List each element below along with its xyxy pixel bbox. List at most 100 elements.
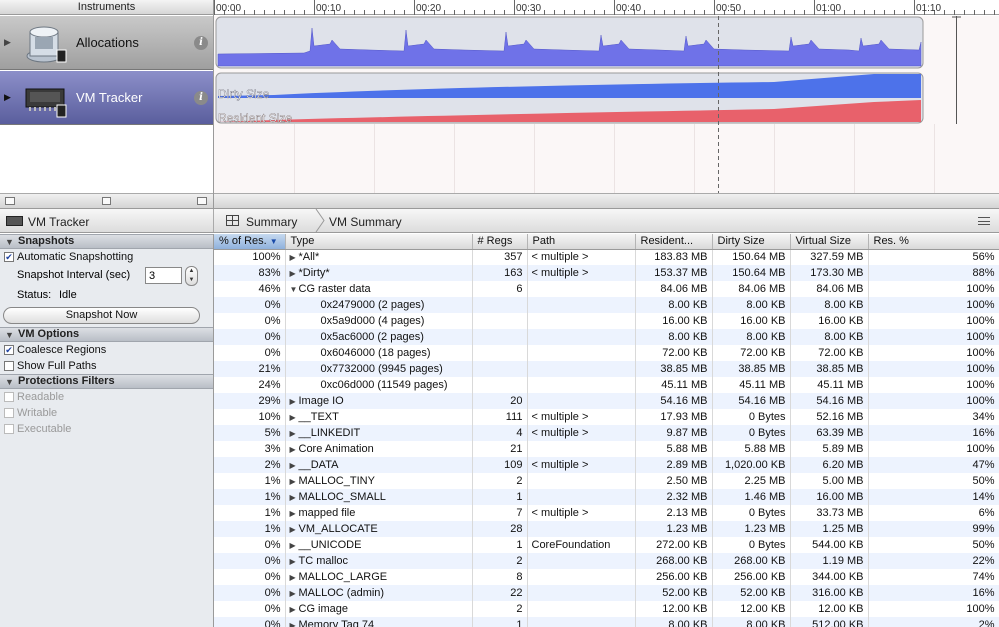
snapshot-now-button[interactable]: Snapshot Now (3, 307, 200, 324)
info-icon[interactable]: i (194, 36, 208, 50)
disclosure-closed-icon[interactable]: ▶ (290, 429, 299, 438)
table-row[interactable]: 0% ▶ MALLOC (admin) 22 52.00 KB 52.00 KB 316.0… (214, 585, 999, 601)
writable-checkbox[interactable]: Writable (0, 405, 213, 421)
snapshot-interval-row: Snapshot Interval (sec) ▲▼ (0, 265, 213, 287)
info-icon[interactable]: i (194, 91, 208, 105)
disclosure-closed-icon[interactable]: ▶ (290, 413, 299, 422)
section-snapshots[interactable]: ▼ Snapshots (0, 234, 213, 249)
column-header-path[interactable]: Path (527, 234, 636, 250)
disclosure-closed-icon[interactable]: ▶ (290, 461, 299, 470)
section-vm-options[interactable]: ▼ VM Options (0, 327, 213, 342)
table-row[interactable]: 29% ▶ Image IO 20 54.16 MB 54.16 MB 54.16 MB 10… (214, 393, 999, 409)
table-row[interactable]: 0% 0x2479000 (2 pages) 8.00 KB 8.00 KB 8.00 … (214, 297, 999, 313)
table-row[interactable]: 1% ▶ MALLOC_SMALL 1 2.32 MB 1.46 MB 16.00 MB 14… (214, 489, 999, 505)
cell-virtual: 327.59 MB (790, 249, 869, 265)
cell-regions: 22 (472, 585, 528, 601)
checkbox-checked-icon[interactable]: ✔ (4, 252, 14, 262)
table-row[interactable]: 21% 0x7732000 (9945 pages) 38.85 MB 38.85 M… (214, 361, 999, 377)
table-row[interactable]: 83% ▶ *Dirty* 163 < multiple >153.37 MB 150.6… (214, 265, 999, 281)
column-header-dirty-size[interactable]: Dirty Size (712, 234, 791, 250)
table-row[interactable]: 0% ▶ __UNICODE 1 CoreFoundation 272.00 KB 0 By… (214, 537, 999, 553)
table-row[interactable]: 0% 0x6046000 (18 pages) 72.00 KB 72.00 KB 72… (214, 345, 999, 361)
automatic-snapshotting-checkbox[interactable]: ✔ Automatic Snapshotting (0, 249, 213, 265)
column-header-resident-size[interactable]: Resident... (635, 234, 713, 250)
disclosure-closed-icon[interactable]: ▶ (290, 557, 299, 566)
table-row[interactable]: 3% ▶ Core Animation 21 5.88 MB 5.88 MB 5.89 MB… (214, 441, 999, 457)
disclosure-open-icon[interactable]: ▼ (290, 285, 299, 294)
time-ruler[interactable]: 00:00 00:10 00:20 00:30 00:40 00:50 01:00 01:10 (214, 0, 999, 15)
disclosure-triangle-icon[interactable]: ▶ (4, 92, 11, 103)
executable-checkbox[interactable]: Executable (0, 421, 213, 437)
list-options-icon[interactable] (978, 217, 990, 225)
cell-regions: 163 (472, 265, 528, 281)
disclosure-closed-icon[interactable]: ▶ (290, 621, 299, 627)
table-row[interactable]: 0% 0x5a9d000 (4 pages) 16.00 KB 16.00 KB 16.… (214, 313, 999, 329)
section-protections-filters[interactable]: ▼ Protections Filters (0, 374, 213, 389)
disclosure-closed-icon[interactable]: ▶ (290, 253, 299, 262)
table-row[interactable]: 2% ▶ __DATA 109 < multiple >2.89 MB 1,020.00 … (214, 457, 999, 473)
table-row[interactable]: 46% ▼CG raster data 6 84.06 MB 84.06 MB 84.06… (214, 281, 999, 297)
instrument-row-allocations[interactable]: ▶ Allocations i (0, 16, 213, 70)
table-row[interactable]: 5% ▶ __LINKEDIT 4 < multiple >9.87 MB 0 Bytes… (214, 425, 999, 441)
disclosure-open-icon[interactable]: ▼ (5, 329, 14, 342)
disclosure-closed-icon[interactable]: ▶ (290, 477, 299, 486)
table-row[interactable]: 100% ▶ *All* 357 < multiple >183.83 MB 150.64… (214, 249, 999, 265)
checkbox-unchecked-icon[interactable] (4, 424, 14, 434)
disclosure-closed-icon[interactable]: ▶ (290, 509, 299, 518)
disclosure-closed-icon[interactable]: ▶ (290, 589, 299, 598)
track-lanes[interactable]: Dirty Size Resident Size (214, 16, 999, 193)
disclosure-closed-icon[interactable]: ▶ (290, 493, 299, 502)
cell-dirty: 2.25 MB (712, 473, 791, 489)
cell-regions: 2 (472, 601, 528, 617)
disclosure-closed-icon[interactable]: ▶ (290, 445, 299, 454)
cell-dirty: 5.88 MB (712, 441, 791, 457)
disclosure-open-icon[interactable]: ▼ (5, 376, 14, 389)
table-row[interactable]: 10% ▶ __TEXT 111 < multiple >17.93 MB 0 Bytes… (214, 409, 999, 425)
column-header-percent-of-resident[interactable]: % of Res. ▼ (214, 234, 286, 250)
table-row[interactable]: 1% ▶ mapped file 7 < multiple >2.13 MB 0 Byte… (214, 505, 999, 521)
timeline-scrollbar[interactable] (214, 193, 999, 208)
checkbox-checked-icon[interactable]: ✔ (4, 345, 14, 355)
zoom-max-icon[interactable] (197, 197, 207, 205)
coalesce-regions-checkbox[interactable]: ✔ Coalesce Regions (0, 342, 213, 358)
table-row[interactable]: 0% ▶ Memory Tag 74 1 8.00 KB 8.00 KB 512.00 KB… (214, 617, 999, 627)
table-row[interactable]: 1% ▶ MALLOC_TINY 2 2.50 MB 2.25 MB 5.00 MB 50% (214, 473, 999, 489)
instrument-row-vm-tracker[interactable]: ▶ VM Tracker i (0, 71, 213, 125)
checkbox-unchecked-icon[interactable] (4, 408, 14, 418)
breadcrumb-item-vm-summary[interactable]: VM Summary (329, 215, 402, 229)
disclosure-closed-icon[interactable]: ▶ (290, 605, 299, 614)
table-row[interactable]: 0% ▶ TC malloc 2 268.00 KB 268.00 KB 1.19 MB 22… (214, 553, 999, 569)
zoom-slider-thumb[interactable] (102, 197, 111, 205)
breadcrumb-item-summary[interactable]: Summary (246, 215, 297, 229)
disclosure-triangle-icon[interactable]: ▶ (4, 37, 11, 48)
time-tick-label: 00:50 (716, 3, 741, 14)
detail-instrument-selector[interactable]: VM Tracker (0, 209, 214, 232)
checkbox-unchecked-icon[interactable] (4, 361, 14, 371)
disclosure-closed-icon[interactable]: ▶ (290, 397, 299, 406)
disclosure-closed-icon[interactable]: ▶ (290, 573, 299, 582)
disclosure-closed-icon[interactable]: ▶ (290, 269, 299, 278)
table-row[interactable]: 24% 0xc06d000 (11549 pages) 45.11 MB 45.11 … (214, 377, 999, 393)
snapshot-interval-input[interactable] (145, 267, 182, 284)
table-row[interactable]: 0% ▶ MALLOC_LARGE 8 256.00 KB 256.00 KB 344.00… (214, 569, 999, 585)
type-label: MALLOC_LARGE (298, 571, 388, 583)
cell-resident: 2.89 MB (635, 457, 713, 473)
show-full-paths-checkbox[interactable]: Show Full Paths (0, 358, 213, 374)
column-header-type[interactable]: Type (285, 234, 473, 250)
cell-virtual: 1.19 MB (790, 553, 869, 569)
readable-checkbox[interactable]: Readable (0, 389, 213, 405)
disclosure-closed-icon[interactable]: ▶ (290, 525, 299, 534)
table-row[interactable]: 0% 0x5ac6000 (2 pages) 8.00 KB 8.00 KB 8.00 … (214, 329, 999, 345)
table-row[interactable]: 0% ▶ CG image 2 12.00 KB 12.00 KB 12.00 KB 100% (214, 601, 999, 617)
table-row[interactable]: 1% ▶ VM_ALLOCATE 28 1.23 MB 1.23 MB 1.25 MB 99% (214, 521, 999, 537)
track-display-icon[interactable] (5, 197, 15, 205)
cell-path: < multiple > (527, 505, 636, 521)
cell-resident-percent: 22% (868, 553, 999, 569)
column-header-virtual-size[interactable]: Virtual Size (790, 234, 869, 250)
column-header-resident-percent[interactable]: Res. % (868, 234, 999, 250)
interval-stepper[interactable]: ▲ ▼ (185, 266, 198, 286)
column-header-regions[interactable]: # Regs (472, 234, 528, 250)
disclosure-open-icon[interactable]: ▼ (5, 236, 14, 249)
checkbox-unchecked-icon[interactable] (4, 392, 14, 402)
disclosure-closed-icon[interactable]: ▶ (290, 541, 299, 550)
